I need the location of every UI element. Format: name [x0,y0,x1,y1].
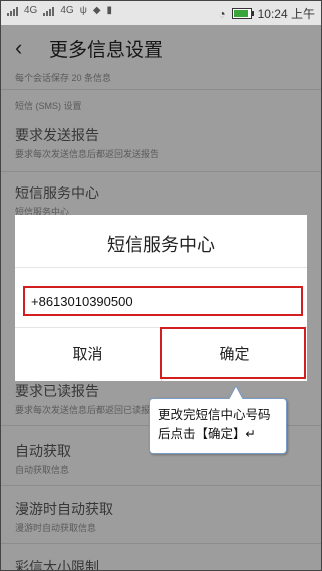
shield-icon: ◆ [92,5,101,16]
battery-icon [231,8,254,19]
callout-text: 更改完短信中心号码后点击【确定】↵ [158,408,271,441]
wifi-icon: ◔ [218,6,226,21]
instruction-callout: 更改完短信中心号码后点击【确定】↵ [149,385,287,454]
ok-button-highlight [160,327,306,379]
sms-center-number-input[interactable] [25,288,301,314]
status-right: ◔ 10:24 上午 [218,5,315,22]
phone-screen: 4G 4G ψ ◆ ▮ ◔ 10:24 上午 ‹ 更多信息设置 每个会话保存 2… [0,0,322,571]
carrier-label-2: 4G [60,5,74,16]
clock: 10:24 上午 [257,7,315,21]
sim-icon: ▮ [106,5,113,16]
status-left: 4G 4G ψ ◆ ▮ [7,5,112,16]
sms-center-input-highlight [23,286,303,316]
dialog-title: 短信服务中心 [107,235,215,255]
carrier-label-1: 4G [24,5,38,16]
usb-icon: ψ [79,5,87,16]
status-bar: 4G 4G ψ ◆ ▮ ◔ 10:24 上午 [1,1,321,25]
signal-icon [7,6,18,16]
signal-icon-2 [43,6,55,16]
cancel-button[interactable]: 取消 [15,328,160,381]
